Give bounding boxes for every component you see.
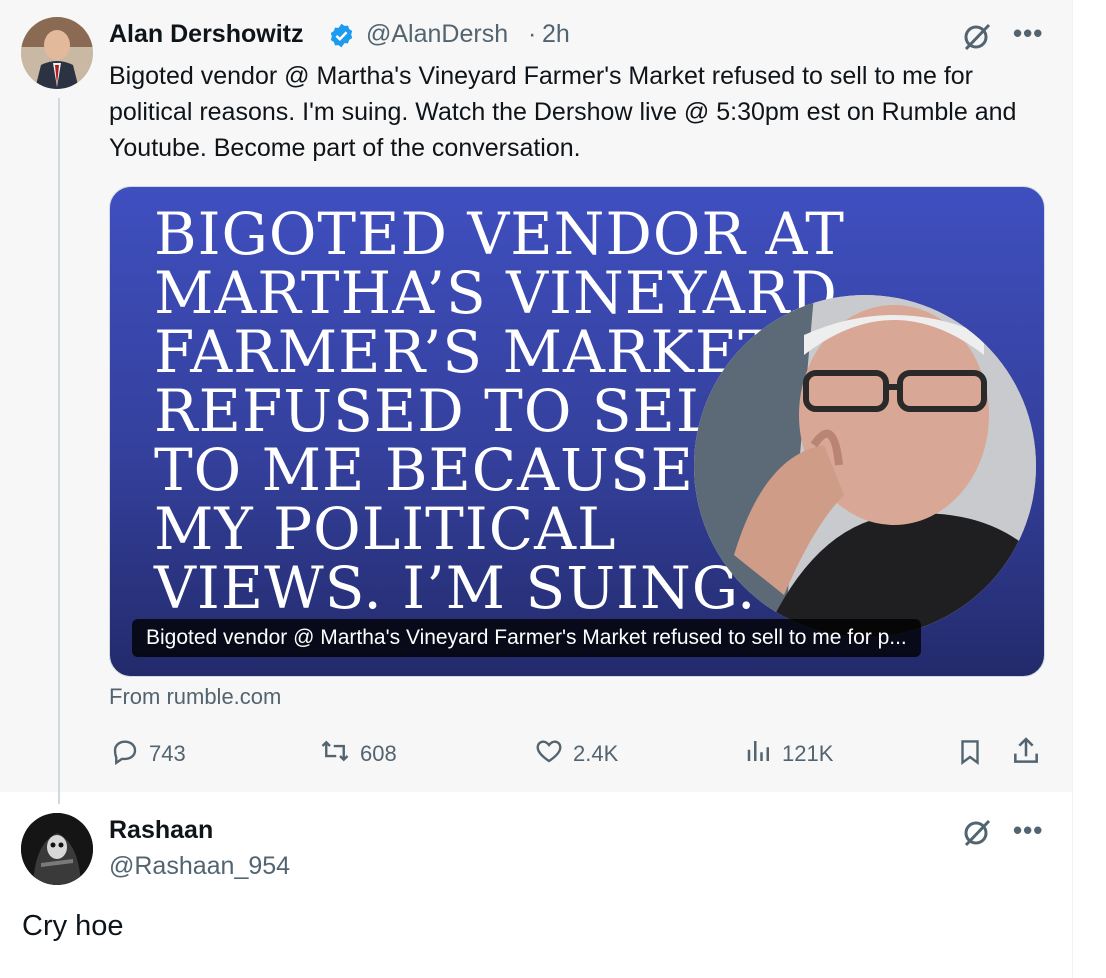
repost-icon [318,736,352,772]
views-count: 121K [782,741,834,766]
reply-author-name[interactable]: Rashaan [109,816,213,845]
reply-icon [109,736,141,772]
bookmark-icon[interactable] [955,736,985,773]
reply-text: Cry hoe [22,910,124,942]
card-caption: Bigoted vendor @ Martha's Vineyard Farme… [132,619,921,657]
author-name[interactable]: Alan Dershowitz [109,20,303,49]
grok-icon[interactable] [961,21,993,58]
like-button[interactable]: 2.4K [533,736,618,772]
reply-count: 743 [149,741,186,766]
reply-button[interactable]: 743 [109,736,186,772]
like-count: 2.4K [573,741,619,766]
card-source[interactable]: From rumble.com [109,684,281,710]
tweet-main[interactable]: Alan Dershowitz @AlanDersh · 2h ••• Bigo… [0,0,1072,804]
verified-badge-icon [328,22,355,54]
tweet-text: Bigoted vendor @ Martha's Vineyard Farme… [109,62,1017,162]
scrollbar-track [1072,0,1106,978]
repost-count: 608 [360,741,397,766]
reply-author-handle[interactable]: @Rashaan_954 [109,852,290,881]
separator-dot: · [528,20,537,48]
views-button[interactable]: 121K [744,736,833,772]
thread-line [58,98,60,804]
reply-avatar[interactable] [21,813,93,885]
card-photo [694,295,1036,637]
grok-icon[interactable] [961,817,993,854]
more-icon[interactable]: ••• [1013,18,1043,49]
author-handle[interactable]: @AlanDersh [366,20,508,49]
timestamp[interactable]: 2h [542,20,570,49]
more-icon[interactable]: ••• [1013,815,1043,846]
repost-button[interactable]: 608 [318,736,397,772]
link-card[interactable]: BIGOTED VENDOR AT MARTHA’S VINEYARD FARM… [109,186,1045,677]
views-icon [744,736,774,772]
share-icon[interactable] [1010,735,1042,772]
avatar[interactable] [21,17,93,89]
like-icon [533,736,565,772]
